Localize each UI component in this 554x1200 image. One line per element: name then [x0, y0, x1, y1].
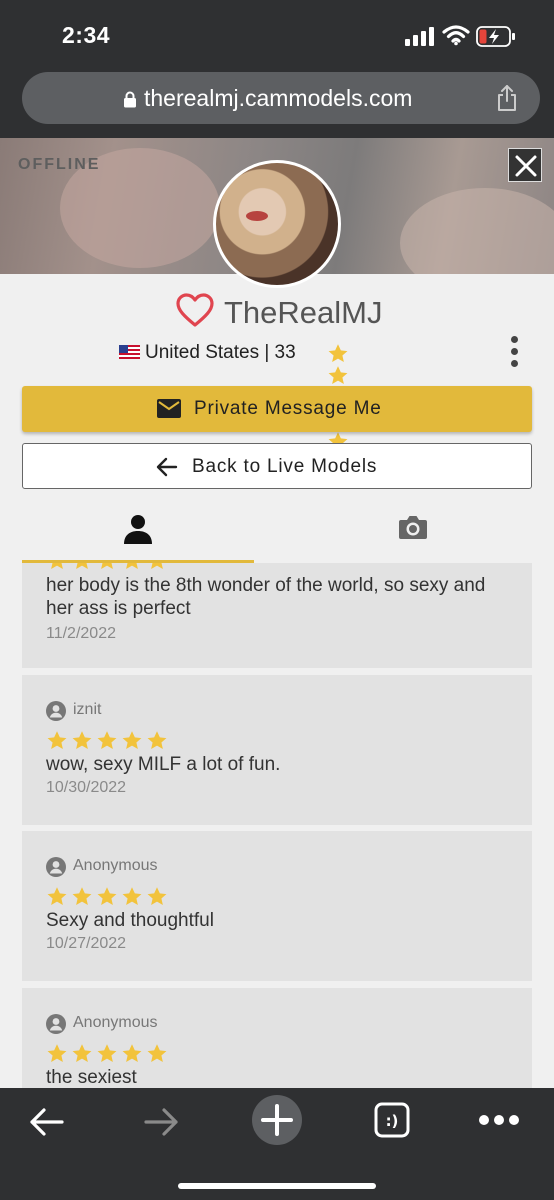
us-flag-icon: [119, 345, 140, 359]
review-username: Anonymous: [73, 1014, 158, 1031]
user-circle-icon: [46, 857, 66, 877]
review-card: her body is the 8th wonder of the world,…: [22, 563, 532, 668]
star-icon: [122, 731, 142, 749]
tab-profile[interactable]: [22, 500, 254, 563]
star-icon: [72, 1044, 92, 1062]
country-age: United States | 33: [145, 342, 296, 363]
forward-arrow-icon[interactable]: [142, 1106, 182, 1138]
star-icon: [97, 1044, 117, 1062]
more-options-icon[interactable]: [508, 336, 520, 370]
review-rating: [46, 885, 171, 907]
browser-chrome: therealmj.cammodels.com: [0, 64, 554, 138]
review-text: Sexy and thoughtful: [46, 910, 214, 931]
review-date: 10/30/2022: [46, 779, 127, 796]
star-icon: [147, 887, 167, 905]
svg-text::): :): [386, 1112, 399, 1130]
person-icon: [124, 515, 152, 544]
star-icon: [51, 563, 63, 569]
home-indicator: [178, 1183, 376, 1189]
review-username: iznit: [73, 701, 102, 718]
review-card: iznit wow, sexy MILF a lot of fun. 10/30…: [22, 675, 532, 825]
star-icon: [151, 563, 163, 569]
status-bar: 2:34: [0, 0, 554, 64]
star-icon: [122, 887, 142, 905]
star-icon: [72, 887, 92, 905]
star-icon: [328, 366, 348, 384]
star-icon: [72, 731, 92, 749]
back-label: Back to Live Models: [192, 456, 378, 477]
offline-label: OFFLINE: [18, 156, 101, 173]
review-text: her body is the 8th wonder of the world,…: [46, 575, 486, 619]
battery-charging-icon: [476, 26, 515, 47]
review-rating: [46, 1042, 171, 1064]
reviews-list: her body is the 8th wonder of the world,…: [22, 563, 532, 1088]
envelope-icon: [157, 399, 181, 418]
arrow-left-icon: [156, 457, 178, 477]
private-message-button[interactable]: Private Message Me: [22, 386, 532, 432]
back-arrow-icon[interactable]: [26, 1106, 66, 1138]
favorite-heart-icon[interactable]: [176, 293, 214, 329]
review-username: Anonymous: [73, 857, 158, 874]
star-icon: [97, 731, 117, 749]
cellular-signal-icon: [405, 26, 435, 46]
star-icon: [147, 1044, 167, 1062]
star-icon: [47, 731, 67, 749]
review-date: 10/27/2022: [46, 935, 127, 952]
star-icon: [47, 1044, 67, 1062]
lock-icon: [124, 91, 136, 108]
new-tab-plus-icon[interactable]: [251, 1094, 303, 1146]
share-icon[interactable]: [496, 84, 518, 112]
review-rating: [46, 729, 171, 751]
url-text: therealmj.cammodels.com: [144, 85, 413, 111]
star-icon: [328, 344, 348, 362]
review-rating: [46, 563, 171, 571]
back-to-live-models-button[interactable]: Back to Live Models: [22, 443, 532, 489]
review-card: Anonymous the sexiest: [22, 988, 532, 1088]
profile-tabs: [22, 500, 532, 563]
star-icon: [122, 1044, 142, 1062]
review-text: wow, sexy MILF a lot of fun.: [46, 754, 281, 775]
review-date: 11/2/2022: [46, 625, 116, 642]
user-circle-icon: [46, 701, 66, 721]
star-icon: [97, 887, 117, 905]
more-icon[interactable]: [478, 1114, 520, 1126]
review-text: the sexiest: [46, 1067, 137, 1088]
tabs-icon[interactable]: :): [374, 1102, 410, 1138]
wifi-icon: [442, 25, 470, 46]
star-icon: [147, 731, 167, 749]
address-bar[interactable]: therealmj.cammodels.com: [22, 72, 540, 124]
model-name: TheRealMJ: [224, 295, 383, 330]
star-icon: [101, 563, 113, 569]
private-message-label: Private Message Me: [194, 398, 382, 419]
screen: 2:34 therealmj.cammodels.com OFFLINE The…: [0, 0, 554, 1200]
review-card: Anonymous Sexy and thoughtful 10/27/2022: [22, 831, 532, 981]
avatar: [213, 160, 341, 288]
user-circle-icon: [46, 1014, 66, 1034]
tab-photos[interactable]: [277, 500, 532, 563]
close-button[interactable]: [508, 148, 542, 182]
close-icon: [515, 155, 537, 177]
star-icon: [126, 563, 138, 569]
camera-icon: [399, 516, 427, 539]
star-icon: [47, 887, 67, 905]
status-time: 2:34: [62, 22, 111, 48]
star-icon: [76, 563, 88, 569]
